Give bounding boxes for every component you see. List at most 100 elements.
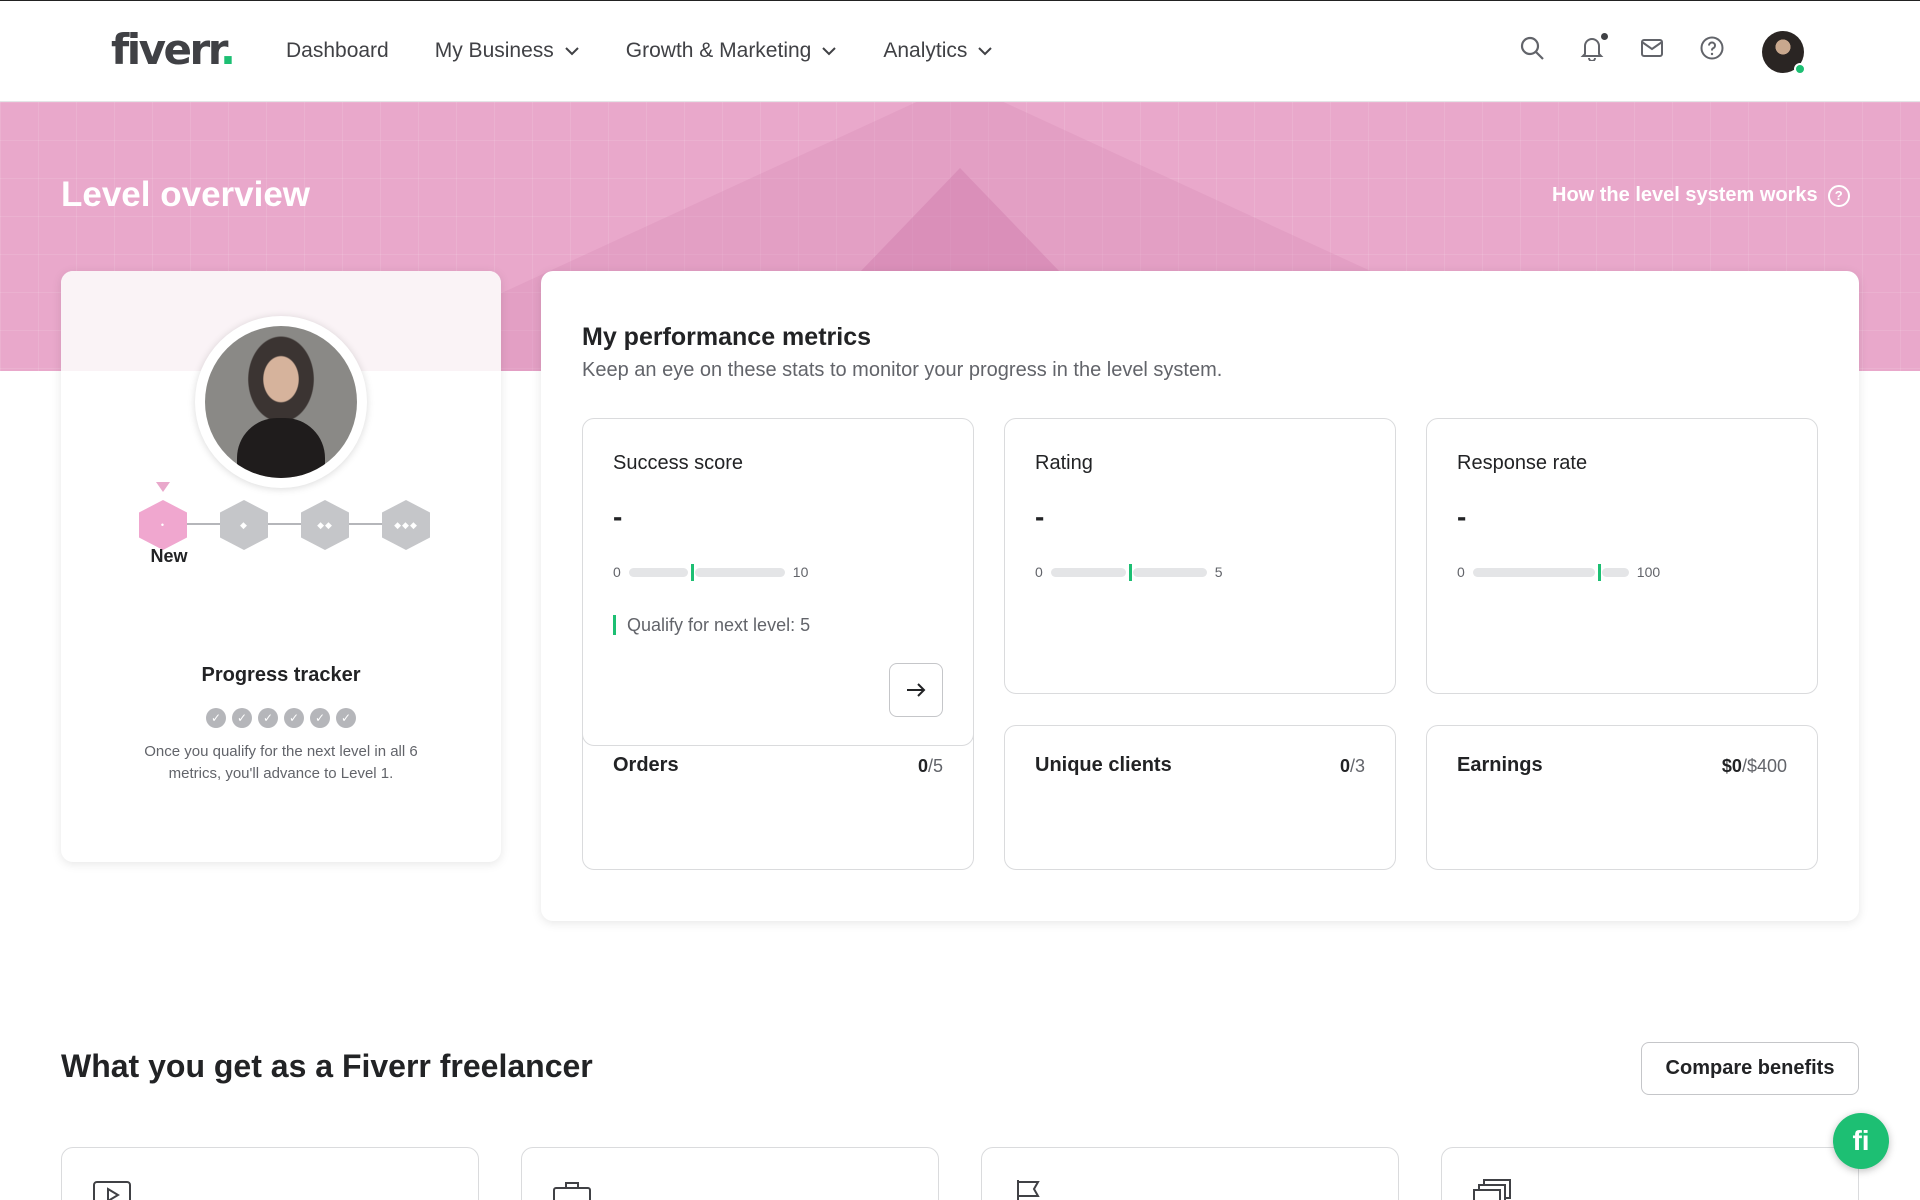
progress-checks: ✓ ✓ ✓ ✓ ✓ ✓ (206, 708, 356, 728)
gauge-track (1472, 563, 1629, 581)
check-icon: ✓ (284, 708, 304, 728)
metric-label: Success score (613, 452, 744, 474)
search-icon[interactable] (1519, 35, 1545, 61)
metric-label: Unique clients (1035, 754, 1172, 776)
flag-icon (1012, 1178, 1052, 1200)
performance-metrics-card: My performance metrics Keep an eye on th… (541, 271, 1859, 921)
gauge-min: 0 (1457, 564, 1465, 580)
level-connector (165, 523, 405, 525)
gauge-segment-below (1050, 567, 1126, 577)
level-card: • ◆ ◆◆ ◆◆◆ New Progress tracker ✓ ✓ ✓ ✓ … (61, 271, 501, 862)
check-icon: ✓ (206, 708, 226, 728)
chevron-down-icon (822, 47, 837, 56)
check-icon: ✓ (336, 708, 356, 728)
briefcase-icon (552, 1178, 592, 1200)
benefit-card[interactable] (1441, 1147, 1859, 1200)
arrow-right-icon (907, 683, 926, 697)
benefit-card[interactable] (981, 1147, 1399, 1200)
help-circle-icon: ? (1827, 184, 1850, 207)
benefit-card[interactable] (61, 1147, 479, 1200)
nav-growth-marketing[interactable]: Growth & Marketing (626, 37, 838, 65)
nav-dashboard[interactable]: Dashboard (286, 37, 389, 65)
qualify-next-level: Qualify for next level: 5 (613, 615, 810, 635)
fiverr-logo[interactable]: fiverr. (111, 25, 236, 75)
earnings-card: Earnings $0/$400 (1426, 725, 1818, 870)
online-status-dot (1794, 63, 1806, 75)
metric-gauge: 0 5 (1035, 563, 1223, 581)
gauge-threshold-marker (1128, 563, 1132, 581)
nav-label: My Business (434, 39, 554, 62)
profile-photo (205, 326, 357, 478)
count-current: $0 (1721, 756, 1742, 776)
top-header: fiverr. Dashboard My Business Growth & M… (0, 0, 1920, 102)
chevron-down-icon (565, 47, 579, 56)
count-current: 0 (1339, 756, 1350, 776)
metric-label: Orders (613, 754, 679, 776)
view-details-button[interactable] (889, 663, 943, 717)
gauge-max: 10 (792, 564, 809, 580)
current-level-name: New (150, 546, 188, 566)
mail-icon[interactable] (1639, 35, 1665, 61)
gauge-segment-above (1601, 567, 1629, 577)
metrics-subtitle: Keep an eye on these stats to monitor yo… (582, 359, 1223, 381)
nav-my-business[interactable]: My Business (435, 37, 580, 65)
gauge-max: 5 (1214, 564, 1223, 580)
metric-gauge: 0 100 (1457, 563, 1661, 581)
success-score-card: Success score - 0 10 Qualify for next le… (582, 418, 974, 746)
gauge-threshold-marker (690, 563, 694, 581)
metric-count: 0/5 (918, 756, 943, 777)
gauge-track (1050, 563, 1207, 581)
gauge-threshold-marker (1597, 563, 1601, 581)
profile-avatar (195, 316, 367, 488)
level-badge-2: ◆◆ (301, 500, 349, 550)
notification-dot (1601, 33, 1608, 40)
count-current: 0 (917, 756, 928, 776)
nav-analytics[interactable]: Analytics (883, 37, 993, 65)
logo-dot: . (219, 25, 236, 74)
gauge-min: 0 (1035, 564, 1043, 580)
metric-count: $0/$400 (1722, 756, 1787, 777)
response-rate-card: Response rate - 0 100 (1426, 418, 1818, 694)
level-badge-new: • (139, 500, 187, 550)
gauge-segment-above (694, 567, 785, 577)
gauge-max: 100 (1636, 564, 1661, 580)
metric-count: 0/3 (1340, 756, 1365, 777)
page-title: Level overview (61, 175, 311, 214)
metrics-title: My performance metrics (582, 323, 872, 351)
bell-icon[interactable] (1579, 33, 1608, 62)
benefits-title: What you get as a Fiverr freelancer (61, 1048, 593, 1084)
fiverr-assistant-button[interactable]: fi (1833, 1113, 1889, 1169)
metric-gauge: 0 10 (613, 563, 809, 581)
nav-label: Growth & Marketing (625, 39, 812, 62)
link-label: How the level system works (1552, 184, 1818, 206)
count-target: /5 (927, 756, 943, 776)
benefit-card[interactable] (521, 1147, 939, 1200)
gauge-segment-below (1472, 567, 1595, 577)
unique-clients-card: Unique clients 0/3 (1004, 725, 1396, 870)
help-icon[interactable] (1699, 35, 1725, 61)
rating-card: Rating - 0 5 (1004, 418, 1396, 694)
current-level-marker-icon (156, 482, 170, 492)
metric-label: Earnings (1457, 754, 1543, 776)
stack-icon (1472, 1178, 1512, 1200)
chevron-down-icon (978, 47, 993, 56)
metric-label: Response rate (1457, 452, 1588, 474)
nav-label: Dashboard (286, 39, 389, 62)
metric-value: - (1457, 501, 1467, 532)
metric-value: - (613, 501, 623, 532)
check-icon: ✓ (258, 708, 278, 728)
gauge-track (628, 563, 785, 581)
metric-label: Rating (1035, 452, 1093, 474)
nav-label: Analytics (883, 39, 968, 62)
check-icon: ✓ (310, 708, 330, 728)
main-nav: Dashboard My Business Growth & Marketing… (286, 37, 993, 65)
user-avatar[interactable] (1762, 31, 1806, 75)
how-level-system-works-link[interactable]: How the level system works ? (1552, 184, 1850, 207)
level-badge-top: ◆◆◆ (382, 500, 430, 550)
gauge-segment-below (628, 567, 688, 577)
banner-shape (860, 168, 1060, 272)
level-stepper: • ◆ ◆◆ ◆◆◆ New (135, 482, 435, 572)
compare-benefits-button[interactable]: Compare benefits (1641, 1042, 1859, 1095)
count-target: /$400 (1741, 756, 1787, 776)
progress-tracker-title: Progress tracker (201, 664, 361, 686)
